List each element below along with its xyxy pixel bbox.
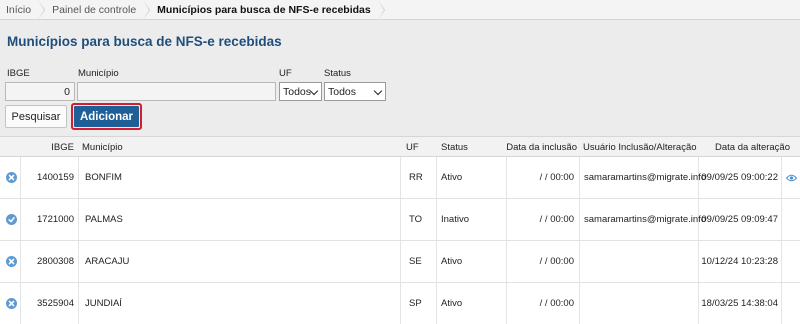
column-divider [579, 283, 580, 324]
column-divider [436, 199, 437, 240]
column-divider [436, 241, 437, 282]
cell-usuario: samaramartins@migrate.info [584, 172, 707, 183]
column-divider [78, 283, 79, 324]
column-divider [436, 157, 437, 198]
chevron-down-icon [373, 86, 383, 96]
municipio-label: Município [78, 68, 119, 79]
column-divider [78, 199, 79, 240]
view-eye-icon[interactable] [785, 173, 798, 185]
column-divider [698, 241, 699, 282]
column-divider [20, 157, 21, 198]
cell-data-inclusao: / / 00:00 [539, 298, 574, 309]
header-status[interactable]: Status [441, 142, 468, 153]
ibge-label: IBGE [7, 68, 30, 79]
cell-municipio: BONFIM [85, 172, 122, 183]
table-row[interactable]: 2800308 ARACAJU SE Ativo / / 00:00 10/12/24 1… [0, 241, 800, 283]
search-button[interactable]: Pesquisar [5, 105, 67, 128]
cell-usuario: samaramartins@migrate.info [584, 214, 707, 225]
header-ibge[interactable]: IBGE [40, 142, 74, 153]
cell-uf: SP [409, 298, 422, 309]
close-circle-icon[interactable] [6, 298, 17, 309]
column-divider [20, 241, 21, 282]
column-divider [400, 199, 401, 240]
cell-uf: SE [409, 256, 422, 267]
cell-municipio: PALMAS [85, 214, 123, 225]
breadcrumb: Início Painel de controle Municípios par… [0, 0, 800, 20]
breadcrumb-current: Municípios para busca de NFS-e recebidas [149, 0, 385, 20]
breadcrumb-painel-de-controle[interactable]: Painel de controle [44, 0, 151, 20]
ibge-input[interactable] [5, 82, 75, 101]
cell-ibge: 3525904 [37, 298, 74, 309]
column-divider [400, 157, 401, 198]
cell-ibge: 1721000 [37, 214, 74, 225]
breadcrumb-inicio[interactable]: Início [0, 0, 46, 20]
table-row[interactable]: 1400159 BONFIM RR Ativo / / 00:00 samaramarti… [0, 157, 800, 199]
municipios-table: IBGE Município UF Status Data da inclusã… [0, 136, 800, 324]
table-body: 1400159 BONFIM RR Ativo / / 00:00 samaramarti… [0, 157, 800, 324]
column-divider [400, 283, 401, 324]
column-divider [78, 241, 79, 282]
column-divider [20, 199, 21, 240]
column-divider [20, 283, 21, 324]
column-divider [781, 199, 782, 240]
cell-status: Ativo [441, 172, 463, 183]
header-data-inclusao[interactable]: Data da inclusão [505, 142, 577, 153]
page-title: Municípios para busca de NFS-e recebidas [7, 34, 282, 49]
column-divider [78, 157, 79, 198]
cell-uf: TO [409, 214, 423, 225]
column-divider [781, 283, 782, 324]
uf-label: UF [279, 68, 292, 79]
close-circle-icon[interactable] [6, 256, 17, 267]
cell-data-alteracao: 09/09/25 09:09:47 [701, 214, 778, 225]
status-label: Status [324, 68, 351, 79]
municipio-input[interactable] [77, 82, 276, 101]
add-button[interactable]: Adicionar [74, 106, 139, 127]
cell-ibge: 2800308 [37, 256, 74, 267]
status-select-value: Todos [328, 85, 357, 98]
column-divider [579, 241, 580, 282]
uf-select[interactable]: Todos [279, 82, 322, 101]
cell-municipio: JUNDIAÍ [85, 298, 122, 309]
table-row[interactable]: 1721000 PALMAS TO Inativo / / 00:00 samaramar… [0, 199, 800, 241]
column-divider [698, 283, 699, 324]
header-municipio[interactable]: Município [82, 142, 123, 153]
cell-data-inclusao: / / 00:00 [539, 172, 574, 183]
header-uf[interactable]: UF [406, 142, 419, 153]
column-divider [781, 157, 782, 198]
cell-uf: RR [409, 172, 423, 183]
cell-data-inclusao: / / 00:00 [539, 256, 574, 267]
column-divider [400, 241, 401, 282]
add-button-focus-ring: Adicionar [71, 103, 142, 130]
column-divider [579, 199, 580, 240]
column-divider [781, 241, 782, 282]
table-row[interactable]: 3525904 JUNDIAÍ SP Ativo / / 00:00 18/03/25 1… [0, 283, 800, 324]
cell-status: Inativo [441, 214, 469, 225]
cell-data-inclusao: / / 00:00 [539, 214, 574, 225]
status-select[interactable]: Todos [324, 82, 386, 101]
column-divider [579, 157, 580, 198]
table-header: IBGE Município UF Status Data da inclusã… [0, 136, 800, 157]
cell-data-alteracao: 10/12/24 10:23:28 [701, 256, 778, 267]
cell-status: Ativo [441, 298, 463, 309]
cell-ibge: 1400159 [37, 172, 74, 183]
column-divider [436, 283, 437, 324]
cell-data-alteracao: 18/03/25 14:38:04 [701, 298, 778, 309]
cell-municipio: ARACAJU [85, 256, 130, 267]
cell-status: Ativo [441, 256, 463, 267]
uf-select-value: Todos [283, 85, 312, 98]
header-data-alteracao[interactable]: Data da alteração [715, 142, 790, 153]
cell-data-alteracao: 09/09/25 09:00:22 [701, 172, 778, 183]
header-usuario[interactable]: Usuário Inclusão/Alteração [583, 142, 697, 153]
check-circle-icon[interactable] [6, 214, 17, 225]
close-circle-icon[interactable] [6, 172, 17, 183]
